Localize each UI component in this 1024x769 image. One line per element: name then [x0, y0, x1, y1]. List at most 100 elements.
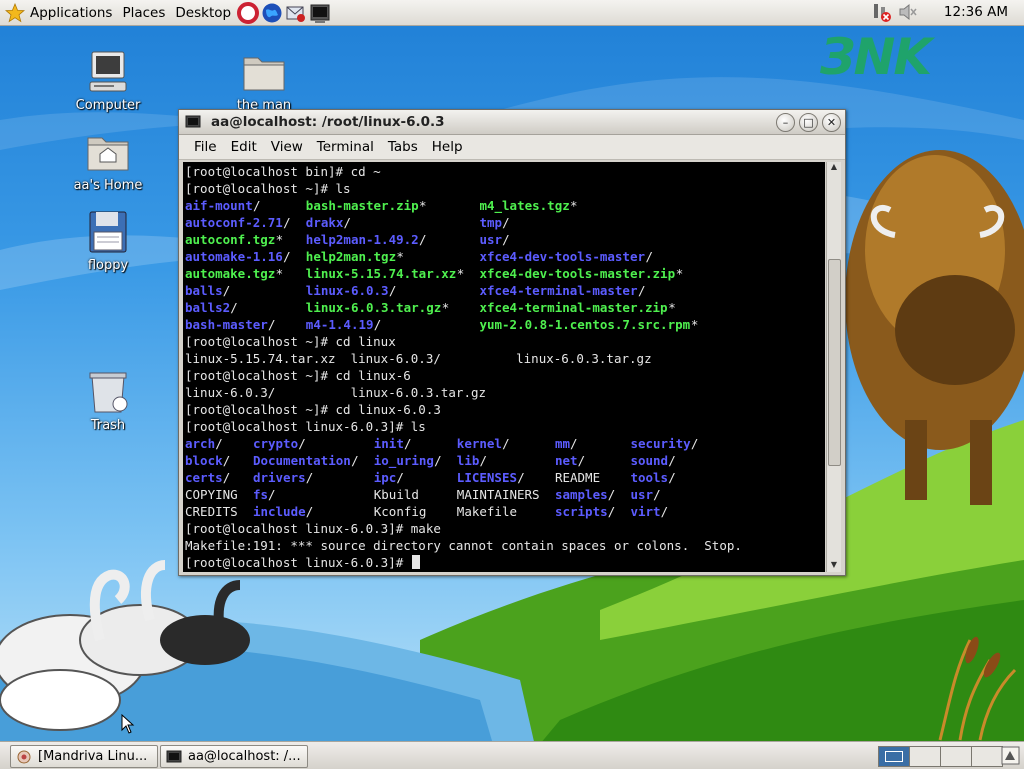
terminal-text: * — [675, 266, 684, 281]
terminal-line: autoconf.tgz * help2man-1.49.2/usr / — [185, 231, 825, 248]
terminal-line: [root@localhost ~]# cd linux-6 — [185, 367, 825, 384]
minimize-button[interactable]: – — [776, 113, 795, 132]
terminal-output[interactable]: [root@localhost bin]# cd ~ [root@localhos… — [183, 162, 825, 572]
directory-entry: usr — [630, 487, 654, 502]
terminal-text: / — [502, 436, 510, 451]
terminal-text: Kbuild — [373, 487, 419, 502]
terminal-text: * — [570, 198, 578, 213]
wallpaper-logo: ЗNK — [820, 28, 932, 86]
notification-icon[interactable] — [1001, 746, 1020, 765]
terminal-text: * — [396, 249, 404, 264]
executable-entry: autoconf.tgz — [185, 232, 276, 247]
terminal-text: / — [298, 436, 306, 451]
clock[interactable]: 12:36 AM — [944, 4, 1008, 20]
directory-entry: xfce4-dev-tools-master — [479, 249, 646, 264]
mouse-pointer-icon — [121, 713, 135, 738]
directory-entry: xfce4-terminal-master — [479, 283, 638, 298]
network-disconnected-icon[interactable] — [871, 1, 893, 23]
workspace-1[interactable] — [878, 746, 910, 767]
terminal-text: [root@localhost linux-6.0.3]# ls — [185, 419, 426, 434]
terminal-text: / — [388, 283, 397, 298]
terminal-text: / — [283, 215, 291, 230]
bottom-panel: [Mandriva Linu... aa@localhost: /... — [0, 741, 1024, 769]
executable-entry: help2man.tgz — [305, 249, 397, 264]
terminal-scrollbar[interactable]: ▲ ▼ — [826, 162, 841, 572]
directory-entry: net — [554, 453, 578, 468]
places-menu[interactable]: Places — [117, 0, 170, 25]
terminal-line: certs / drivers / ipc / LICENSES / README tools / — [185, 469, 825, 486]
mandriva-star-icon — [4, 2, 26, 23]
directory-entry: kernel — [456, 436, 502, 451]
directory-entry: Documentation — [252, 453, 351, 468]
terminal-text: * — [275, 266, 284, 281]
web-browser-icon[interactable] — [261, 2, 283, 24]
terminal-line: automake-1.16/help2man.tgz * xfce4-dev-too… — [185, 248, 825, 265]
terminal-line: [root@localhost bin]# cd ~ — [185, 163, 825, 180]
directory-entry: balls — [185, 283, 223, 298]
applications-menu[interactable]: Applications — [0, 0, 117, 25]
terminal-text: Makefile:191: *** source directory canno… — [185, 538, 742, 553]
terminal-line: autoconf-2.71/drakx / tmp / — [185, 214, 825, 231]
email-icon[interactable] — [285, 2, 307, 24]
menu-terminal[interactable]: Terminal — [317, 139, 374, 155]
directory-entry: ipc — [373, 470, 397, 485]
terminal-text: / — [653, 487, 661, 502]
desktop-icon-floppy[interactable]: floppy — [63, 208, 153, 273]
desktop-icon-home[interactable]: aa's Home — [63, 128, 153, 193]
terminal-line: block / Documentation / io_uring / lib / net / sou… — [185, 452, 825, 469]
terminal-text: linux-6.0.3/ linux-6.0.3.tar.gz — [185, 385, 487, 400]
executable-entry: xfce4-dev-tools-master.zip — [479, 266, 676, 281]
terminal-text: / — [305, 470, 314, 485]
workspace-2[interactable] — [909, 746, 941, 767]
terminal-text: [root@localhost linux-6.0.3]# make — [185, 521, 441, 536]
terminal-text: [root@localhost bin]# cd ~ — [185, 164, 381, 179]
menu-view[interactable]: View — [271, 139, 303, 155]
taskbar-item-mandriva[interactable]: [Mandriva Linu... — [10, 745, 158, 768]
directory-entry: autoconf-2.71 — [185, 215, 283, 230]
desktop-icon-label: Trash — [90, 418, 126, 433]
desktop-icon-trash[interactable]: Trash — [63, 368, 153, 433]
menu-edit[interactable]: Edit — [231, 139, 257, 155]
terminal-window[interactable]: aa@localhost: /root/linux-6.0.3 – □ ✕ Fi… — [178, 109, 846, 576]
executable-entry: yum-2.0.8-1.centos.7.src.rpm — [479, 317, 691, 332]
volume-muted-icon[interactable] — [897, 1, 919, 23]
workspace-3[interactable] — [940, 746, 972, 767]
terminal-line: bash-master / m4-1.4.19/yum-2.0.8-1.centos… — [185, 316, 825, 333]
terminal-line: [root@localhost linux-6.0.3]# ls — [185, 418, 825, 435]
directory-entry: m4-1.4.19 — [305, 317, 374, 332]
desktop-icon-label: Computer — [75, 98, 141, 113]
directory-entry: bash-master — [185, 317, 268, 332]
text-cursor — [411, 555, 420, 569]
desktop-icon-the-man[interactable]: the man — [219, 48, 309, 113]
taskbar-item-label: aa@localhost: /... — [188, 749, 301, 764]
terminal-text: MAINTAINERS — [456, 487, 540, 502]
terminal-text: Kconfig — [373, 504, 427, 519]
terminal-text: / — [268, 317, 276, 332]
terminal-line: balls / linux-6.0.3/xfce4-terminal-master / — [185, 282, 825, 299]
menu-help[interactable]: Help — [432, 139, 463, 155]
terminal-text: [root@localhost ~]# cd linux — [185, 334, 396, 349]
scrollbar-thumb[interactable] — [828, 259, 841, 467]
terminal-text: / — [570, 436, 578, 451]
folder-icon — [240, 48, 288, 96]
desktop-icon-computer[interactable]: Computer — [63, 48, 153, 113]
window-titlebar[interactable]: aa@localhost: /root/linux-6.0.3 – □ ✕ — [179, 110, 845, 135]
desktop-icon-label: floppy — [87, 258, 129, 273]
directory-entry: lib — [456, 453, 480, 468]
maximize-button[interactable]: □ — [799, 113, 818, 132]
terminal-text: / — [403, 436, 412, 451]
terminal-text: * — [441, 300, 450, 315]
desktop-menu[interactable]: Desktop — [170, 0, 236, 25]
help-icon[interactable] — [237, 1, 260, 24]
terminal-text: / — [577, 453, 586, 468]
menu-file[interactable]: File — [194, 139, 217, 155]
terminal-text: CREDITS — [185, 504, 238, 519]
workspace-4[interactable] — [971, 746, 1003, 767]
terminal-line: COPYING fs / Kbuild MAINTAINERS samples / usr / — [185, 486, 825, 503]
terminal-icon[interactable] — [309, 2, 331, 24]
scroll-up-arrow-icon[interactable]: ▲ — [827, 162, 841, 174]
menu-tabs[interactable]: Tabs — [388, 139, 418, 155]
taskbar-item-terminal[interactable]: aa@localhost: /... — [160, 745, 308, 768]
scroll-down-arrow-icon[interactable]: ▼ — [827, 560, 841, 572]
close-button[interactable]: ✕ — [822, 113, 841, 132]
